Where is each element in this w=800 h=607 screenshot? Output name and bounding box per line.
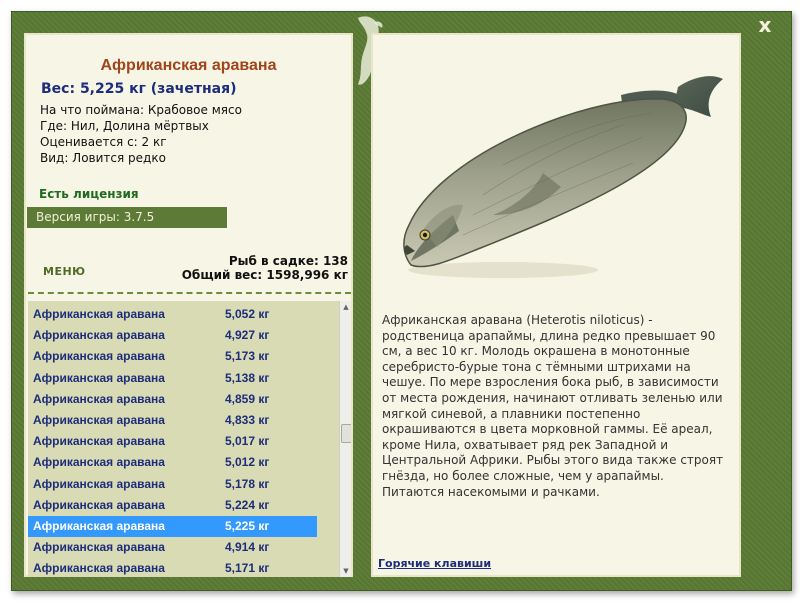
- catch-list[interactable]: Африканская аравана 5,052 кг Африканская а…: [28, 301, 351, 577]
- catch-fish-weight: 5,138 кг: [225, 370, 270, 385]
- fish-weight: Вес: 5,225 кг (зачетная): [41, 81, 237, 97]
- catch-fish-name: Африканская аравана: [33, 307, 165, 321]
- catch-fish-name: Африканская аравана: [33, 328, 165, 343]
- catch-list-item[interactable]: Африканская аравана 5,178 кг: [28, 474, 317, 495]
- catch-fish-weight: 4,859 кг: [225, 391, 270, 406]
- catch-list-item[interactable]: Африканская аравана 4,859 кг: [28, 389, 317, 410]
- catch-fish-weight: 5,173 кг: [225, 349, 270, 364]
- location-info: Где: Нил, Долина мёртвых: [40, 119, 209, 133]
- divider: [28, 292, 351, 294]
- catch-list-item[interactable]: Африканская аравана 5,052 кг: [28, 304, 317, 325]
- fish-details-panel: Африканская аравана (Heterotis niloticus…: [371, 33, 741, 577]
- arowana-fish-image: [403, 76, 723, 278]
- menu-button[interactable]: МЕНЮ: [43, 265, 86, 278]
- catch-fish-weight: 5,017 кг: [225, 434, 270, 449]
- catch-fish-name: Африканская аравана: [33, 540, 165, 555]
- catch-list-item[interactable]: Африканская аравана 4,833 кг: [28, 410, 317, 431]
- catch-fish-weight: 5,052 кг: [225, 307, 270, 321]
- fish-name-title: Африканская аравана: [100, 57, 277, 74]
- catch-list-item[interactable]: Африканская аравана 5,017 кг: [28, 431, 317, 452]
- catch-fish-name: Африканская аравана: [33, 497, 165, 512]
- rarity-info: Вид: Ловится редко: [40, 151, 166, 165]
- catch-info-panel: Африканская аравана Вес: 5,225 кг (зачет…: [24, 33, 353, 577]
- catch-fish-name: Африканская аравана: [33, 413, 165, 427]
- catch-fish-weight: 5,171 кг: [225, 561, 270, 576]
- catch-fish-weight: 4,927 кг: [225, 328, 270, 343]
- list-scrollbar[interactable]: ▲ ▼: [339, 301, 351, 577]
- catch-list-item[interactable]: Африканская аравана 5,225 кг: [28, 516, 317, 537]
- hotkeys-link[interactable]: Горячие клавиши: [378, 557, 491, 570]
- catch-fish-name: Африканская аравана: [33, 370, 165, 385]
- catch-list-item[interactable]: Африканская аравана 5,173 кг: [28, 346, 317, 367]
- catch-fish-weight: 5,012 кг: [225, 455, 270, 470]
- catch-fish-name: Африканская аравана: [33, 561, 165, 576]
- catch-fish-weight: 4,833 кг: [225, 413, 270, 427]
- scroll-down-arrow-icon[interactable]: ▼: [340, 565, 351, 577]
- catch-fish-name: Африканская аравана: [33, 476, 165, 491]
- scroll-up-arrow-icon[interactable]: ▲: [340, 301, 351, 313]
- rating-threshold-info: Оцениваетcя с: 2 кг: [40, 135, 167, 149]
- license-status: Есть лицензия: [39, 187, 139, 201]
- catch-list-item[interactable]: Африканская аравана 5,138 кг: [28, 368, 317, 389]
- fish-description: Африканская аравана (Heterotis niloticus…: [382, 313, 724, 499]
- catch-fish-weight: 5,224 кг: [225, 497, 270, 512]
- catch-list-item[interactable]: Африканская аравана 4,927 кг: [28, 325, 317, 346]
- bait-info: На что поймана: Крабовое мясо: [40, 103, 242, 117]
- catch-fish-name: Африканская аравана: [33, 455, 165, 470]
- cage-stats: Рыб в садке: 138 Общий вес: 1598,996 кг: [182, 254, 348, 282]
- game-version-bar: Версия игры: 3.7.5: [27, 207, 227, 228]
- catch-fish-weight: 5,225 кг: [225, 519, 270, 533]
- catch-list-item[interactable]: Африканская аравана 5,224 кг: [28, 495, 317, 516]
- scroll-thumb[interactable]: [341, 424, 351, 443]
- catch-fish-weight: 4,914 кг: [225, 540, 270, 555]
- catch-list-item[interactable]: Африканская аравана 5,171 кг: [28, 558, 317, 577]
- close-button[interactable]: x: [756, 14, 774, 36]
- catch-fish-weight: 5,178 кг: [225, 476, 270, 491]
- catch-fish-name: Африканская аравана: [33, 434, 165, 449]
- catch-fish-name: Африканская аравана: [33, 349, 165, 364]
- catch-fish-name: Африканская аравана: [33, 519, 165, 533]
- total-weight: Общий вес: 1598,996 кг: [181, 268, 348, 282]
- catch-list-item[interactable]: Африканская аравана 5,012 кг: [28, 452, 317, 473]
- fish-count: Рыб в садке: 138: [228, 254, 348, 268]
- catch-fish-name: Африканская аравана: [33, 391, 165, 406]
- catch-list-item[interactable]: Африканская аравана 4,914 кг: [28, 537, 317, 558]
